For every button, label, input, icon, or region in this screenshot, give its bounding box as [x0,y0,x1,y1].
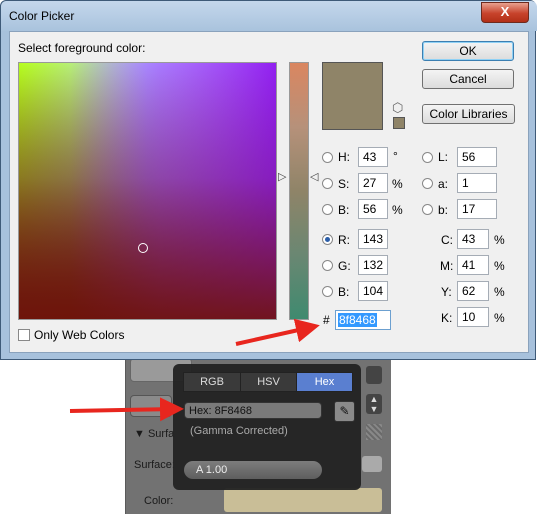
red-arrow-hex-dialog [235,318,320,346]
red-arrow-hex-popup [69,397,184,422]
annotation-arrows [69,318,320,422]
